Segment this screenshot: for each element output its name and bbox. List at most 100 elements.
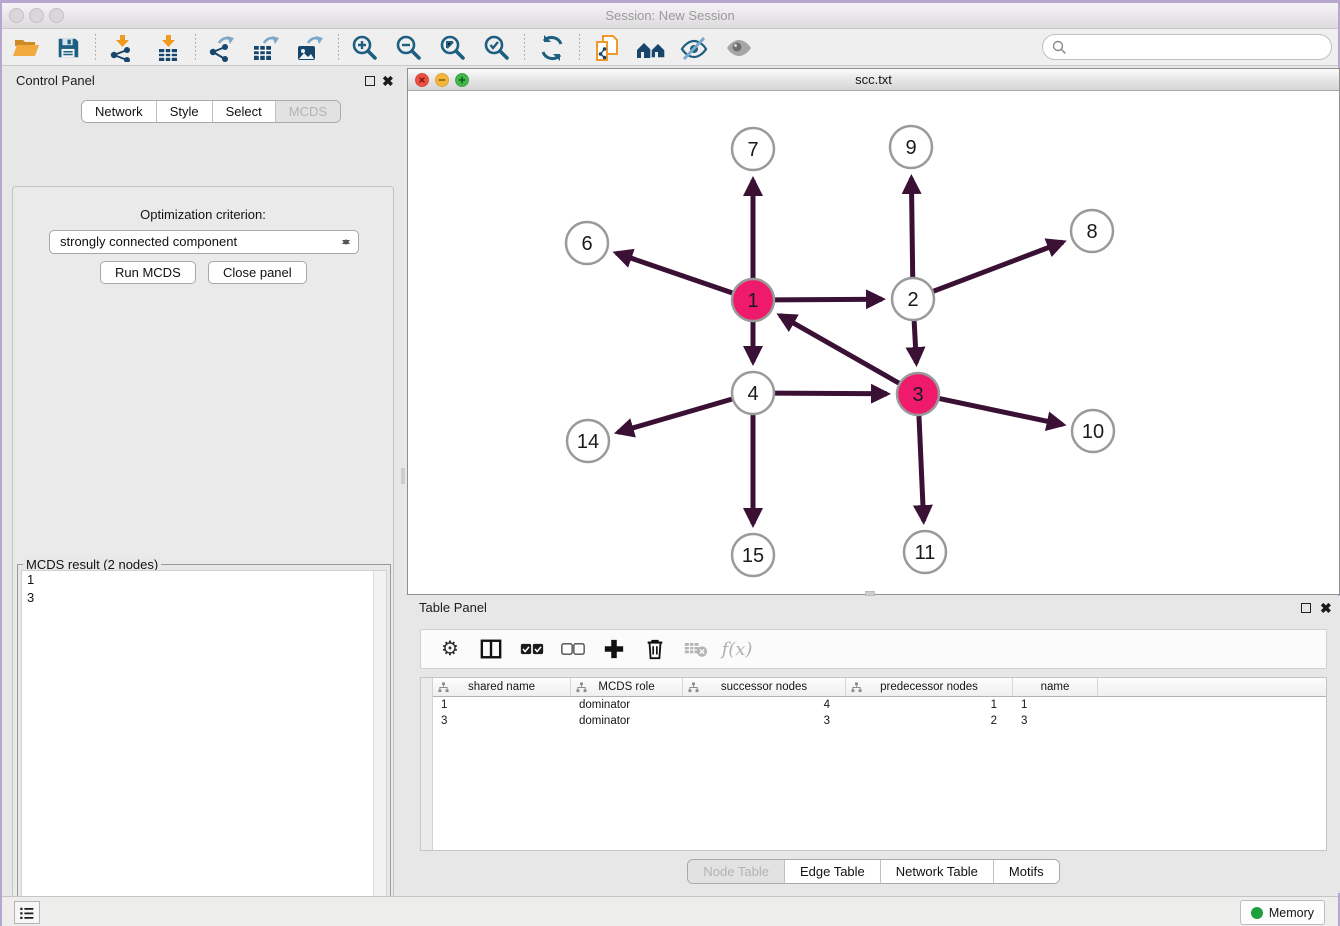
graph-edge-1-6[interactable]: [616, 253, 732, 293]
table-row[interactable]: 3dominator323: [433, 713, 1326, 729]
table-cell[interactable]: 3: [683, 713, 846, 729]
list-icon: [18, 904, 36, 922]
column-header-shared-name[interactable]: shared name: [433, 678, 571, 696]
tab-network-table[interactable]: Network Table: [880, 860, 993, 883]
window-close-button[interactable]: [9, 8, 24, 23]
graph-node-3[interactable]: 3: [897, 373, 939, 415]
graph-node-9[interactable]: 9: [890, 126, 932, 168]
window-minimize-button[interactable]: [29, 8, 44, 23]
column-header-name[interactable]: name: [1013, 678, 1098, 696]
table-cell[interactable]: 4: [683, 697, 846, 713]
graph-edge-1-2[interactable]: [775, 299, 882, 300]
svg-text:7: 7: [747, 139, 758, 161]
result-scrollbar[interactable]: [373, 571, 386, 926]
graph-node-11[interactable]: 11: [904, 531, 946, 573]
table-cell[interactable]: dominator: [571, 697, 683, 713]
graph-edge-3-10[interactable]: [940, 399, 1063, 425]
graph-node-15[interactable]: 15: [732, 534, 774, 576]
table-row[interactable]: 1dominator411: [433, 697, 1326, 713]
graph-node-1[interactable]: 1: [732, 279, 774, 321]
graph-node-6[interactable]: 6: [566, 222, 608, 264]
table-cell[interactable]: 2: [846, 713, 1013, 729]
table-panel-title: Table Panel: [407, 596, 1340, 620]
add-column-icon[interactable]: [602, 637, 626, 661]
tab-motifs[interactable]: Motifs: [993, 860, 1059, 883]
control-panel-close-icon[interactable]: ✖: [382, 73, 394, 89]
save-session-icon[interactable]: [50, 32, 86, 63]
graph-edge-3-1[interactable]: [780, 315, 899, 383]
tab-edge-table[interactable]: Edge Table: [784, 860, 880, 883]
export-network-icon[interactable]: [203, 32, 239, 63]
tab-mcds[interactable]: MCDS: [275, 101, 340, 122]
graph-node-14[interactable]: 14: [567, 420, 609, 462]
graph-edge-2-3[interactable]: [914, 321, 916, 363]
table-cell[interactable]: 3: [433, 713, 571, 729]
zoom-out-icon[interactable]: [391, 32, 427, 63]
split-handle-vertical[interactable]: [401, 468, 405, 484]
search-field[interactable]: [1042, 34, 1332, 60]
show-all-icon[interactable]: [721, 32, 757, 63]
graph-edge-2-8[interactable]: [934, 242, 1063, 291]
criterion-dropdown[interactable]: strongly connected component: [49, 230, 359, 254]
table-panel-float-icon[interactable]: [1301, 603, 1311, 613]
hide-selected-icon[interactable]: [676, 32, 712, 63]
table-cell[interactable]: 1: [433, 697, 571, 713]
svg-text:1: 1: [747, 290, 758, 312]
tab-select[interactable]: Select: [212, 101, 275, 122]
column-header-successor-nodes[interactable]: successor nodes: [683, 678, 846, 696]
graph-node-2[interactable]: 2: [892, 278, 934, 320]
close-panel-button[interactable]: Close panel: [208, 261, 307, 284]
delete-column-icon[interactable]: [643, 637, 667, 661]
settings-icon[interactable]: ⚙: [438, 637, 462, 661]
mcds-result-item[interactable]: 3: [22, 589, 386, 607]
search-input[interactable]: [1067, 40, 1331, 55]
control-panel-float-icon[interactable]: [365, 76, 375, 86]
task-history-button[interactable]: [14, 901, 40, 924]
open-file-icon[interactable]: [8, 32, 44, 63]
memory-button[interactable]: Memory: [1240, 900, 1325, 925]
import-table-icon[interactable]: [150, 32, 186, 63]
tab-style[interactable]: Style: [156, 101, 212, 122]
graph-edge-2-9[interactable]: [911, 178, 912, 277]
table-panel-close-icon[interactable]: ✖: [1320, 600, 1332, 616]
export-image-icon[interactable]: [291, 32, 327, 63]
table-cell[interactable]: 3: [1013, 713, 1098, 729]
table-cell[interactable]: 1: [846, 697, 1013, 713]
apply-layout-icon[interactable]: [633, 32, 669, 63]
network-graph[interactable]: 7 9 6 8 1 2 4 3 14 10 15 11: [408, 91, 1339, 594]
window-zoom-button[interactable]: [49, 8, 64, 23]
graph-edge-4-14[interactable]: [618, 399, 732, 432]
table-cell[interactable]: 1: [1013, 697, 1098, 713]
mcds-result-item[interactable]: 1: [22, 571, 386, 589]
graph-node-10[interactable]: 10: [1072, 410, 1114, 452]
zoom-in-icon[interactable]: [347, 32, 383, 63]
import-network-icon[interactable]: [104, 32, 140, 63]
zoom-fit-icon[interactable]: [435, 32, 471, 63]
graph-node-7[interactable]: 7: [732, 128, 774, 170]
run-mcds-button[interactable]: Run MCDS: [100, 261, 196, 284]
function-builder-icon[interactable]: f(x): [725, 637, 749, 661]
mcds-result-list[interactable]: 1 3: [21, 570, 387, 926]
refresh-view-icon[interactable]: [534, 32, 570, 63]
network-window-titlebar[interactable]: scc.txt: [408, 69, 1339, 91]
tab-network[interactable]: Network: [82, 101, 156, 122]
table-cell[interactable]: dominator: [571, 713, 683, 729]
tab-node-table[interactable]: Node Table: [688, 860, 784, 883]
netwin-zoom-icon[interactable]: [455, 73, 469, 87]
column-header-predecessor-nodes[interactable]: predecessor nodes: [846, 678, 1013, 696]
row-header-gutter: [421, 678, 433, 850]
netwin-minimize-icon[interactable]: [435, 73, 449, 87]
export-table-icon[interactable]: [247, 32, 283, 63]
column-header-MCDS-role[interactable]: MCDS role: [571, 678, 683, 696]
zoom-selected-icon[interactable]: [479, 32, 515, 63]
delete-table-icon[interactable]: [684, 637, 708, 661]
split-columns-icon[interactable]: [479, 637, 503, 661]
copy-current-view-icon[interactable]: [589, 32, 625, 63]
select-all-columns-icon[interactable]: [520, 637, 544, 661]
graph-edge-4-3[interactable]: [775, 393, 887, 394]
graph-node-8[interactable]: 8: [1071, 210, 1113, 252]
graph-node-4[interactable]: 4: [732, 372, 774, 414]
netwin-close-icon[interactable]: [415, 73, 429, 87]
graph-edge-3-11[interactable]: [919, 416, 924, 521]
deselect-all-columns-icon[interactable]: [561, 637, 585, 661]
